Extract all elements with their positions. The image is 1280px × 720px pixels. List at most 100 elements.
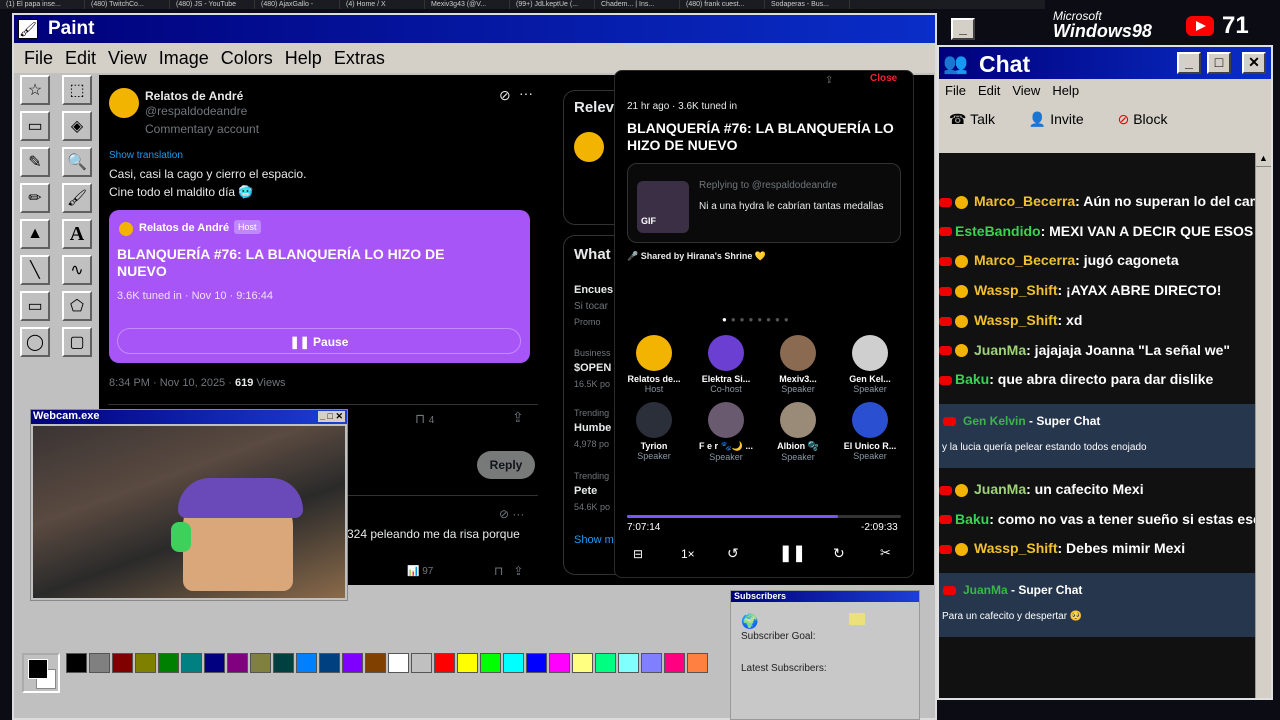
speaker[interactable]: F e r 🐾🌙 ... Speaker [691,402,761,462]
author-handle[interactable]: @respaldodeandre [145,104,247,118]
browser-tab[interactable]: Chadem... | Ins... [595,0,680,9]
color-swatch[interactable] [66,653,87,673]
chat-close-button[interactable]: ✕ [1242,52,1266,74]
trend-1[interactable]: Encues [574,284,613,296]
color-swatch[interactable] [112,653,133,673]
eraser-icon[interactable]: ▭ [20,111,50,141]
chat-username[interactable]: JuanMa [974,481,1026,497]
block-icon[interactable]: ⊘ [1118,111,1130,127]
trend-4[interactable]: Pete [574,485,597,497]
color-swatch[interactable] [342,653,363,673]
text-icon[interactable]: A [62,219,92,249]
space-card[interactable]: Relatos de André Host BLANQUERÍA #76: LA… [109,210,530,363]
invite-icon[interactable]: 👤 [1029,111,1046,127]
pencil-icon[interactable]: ✏ [20,183,50,213]
color-swatch[interactable] [296,653,317,673]
menu-colors[interactable]: Colors [221,43,273,73]
trend-2[interactable]: $OPEN [574,362,611,374]
browser-tab[interactable]: (480) TwitchCo... [85,0,170,9]
chat-username[interactable]: JuanMa [974,342,1026,358]
speaker[interactable]: Gen Kel... Speaker [835,335,905,394]
airbrush-icon[interactable]: ▲ [20,219,50,249]
color-swatch[interactable] [457,653,478,673]
super-chat-user[interactable]: JuanMa [963,583,1008,597]
chat-minimize-button[interactable]: _ [1177,52,1201,74]
chat-menu-file[interactable]: File [945,83,966,98]
color-swatch[interactable] [480,653,501,673]
chat-username[interactable]: Baku [955,371,989,387]
talk-button[interactable]: Talk [970,111,995,127]
color-swatch[interactable] [572,653,593,673]
menu-view[interactable]: View [108,43,147,73]
line-icon[interactable]: ╲ [20,255,50,285]
chat-maximize-button[interactable]: □ [1207,52,1231,74]
menu-help[interactable]: Help [285,43,322,73]
color-swatch[interactable] [411,653,432,673]
pagination-dots[interactable]: ●●●●●●●● [722,315,793,324]
browser-tab[interactable]: (1) El papa inse... [0,0,85,9]
grok-icon[interactable]: ⊘ [499,87,511,104]
color-swatch[interactable] [319,653,340,673]
trend-3[interactable]: Humbe [574,422,611,434]
chat-menu-help[interactable]: Help [1052,83,1079,98]
speaker[interactable]: Relatos de... Host [619,335,689,394]
chat-username[interactable]: Wassp_Shift [974,282,1058,298]
color-swatch[interactable] [158,653,179,673]
talk-icon[interactable]: ☎ [949,111,966,127]
color-swatch[interactable] [181,653,202,673]
browser-tab[interactable]: (480) JS - YouTube [170,0,255,9]
captions-icon[interactable]: ⊟ [633,547,643,561]
polygon-icon[interactable]: ⬠ [62,291,92,321]
curve-icon[interactable]: ∿ [62,255,92,285]
color-swatch[interactable] [503,653,524,673]
menu-edit[interactable]: Edit [65,43,96,73]
menu-image[interactable]: Image [159,43,209,73]
speaker[interactable]: Albion 🫧 Speaker [763,402,833,462]
magnifier-icon[interactable]: 🔍 [62,147,92,177]
speaker[interactable]: El Unico R... Speaker [835,402,905,462]
browser-tab[interactable]: (480) frank cuest... [680,0,765,9]
ellipse-icon[interactable]: ◯ [20,327,50,357]
color-swatch[interactable] [664,653,685,673]
color-swatch[interactable] [618,653,639,673]
rounded-rect-icon[interactable]: ▢ [62,327,92,357]
speaker[interactable]: Tyrion Speaker [619,402,689,462]
browser-tab[interactable]: (480) AjaxGallo - [255,0,340,9]
chat-username[interactable]: Marco_Becerra [974,252,1075,268]
rect-select-icon[interactable]: ⬚ [62,75,92,105]
chat-username[interactable]: Baku [955,511,989,527]
minimize-button[interactable]: _ [951,18,975,40]
chat-username[interactable]: Wassp_Shift [974,312,1058,328]
menu-extras[interactable]: Extras [334,43,385,73]
fill-icon[interactable]: ◈ [62,111,92,141]
more-icon[interactable]: ··· [519,85,533,101]
clip-icon[interactable]: ✂ [880,545,891,561]
share-icon[interactable]: ⇪ [825,75,833,86]
browser-tab[interactable]: Sodaperas - Bus... [765,0,850,9]
free-select-icon[interactable]: ☆ [20,75,50,105]
color-swatch[interactable] [365,653,386,673]
color-swatch[interactable] [434,653,455,673]
brush-icon[interactable]: 🖌 [62,183,92,213]
picker-icon[interactable]: ✎ [20,147,50,177]
speaker[interactable]: Mexiv3... Speaker [763,335,833,394]
color-swatch[interactable] [388,653,409,673]
menu-file[interactable]: File [24,43,53,73]
show-translation-link[interactable]: Show translation [109,150,183,161]
bookmark-icon[interactable]: ⊓ 4 [415,411,434,427]
color-swatch[interactable] [250,653,271,673]
chat-menu-view[interactable]: View [1012,83,1040,98]
reply-more-icon[interactable]: ⊘ ··· [499,507,524,521]
color-swatch[interactable] [227,653,248,673]
rectangle-icon[interactable]: ▭ [20,291,50,321]
reply-button[interactable]: Reply [477,451,535,479]
window-controls-icon[interactable]: _ □ ✕ [318,411,345,422]
color-swatch[interactable] [595,653,616,673]
chat-username[interactable]: Wassp_Shift [974,540,1058,556]
author-avatar[interactable] [109,88,139,118]
show-more-link[interactable]: Show m [574,534,614,546]
super-chat-user[interactable]: Gen Kelvin [963,414,1026,428]
color-swatch[interactable] [641,653,662,673]
pause-icon[interactable]: ❚❚ [779,543,806,563]
rewind-icon[interactable]: ↺ [727,545,739,562]
